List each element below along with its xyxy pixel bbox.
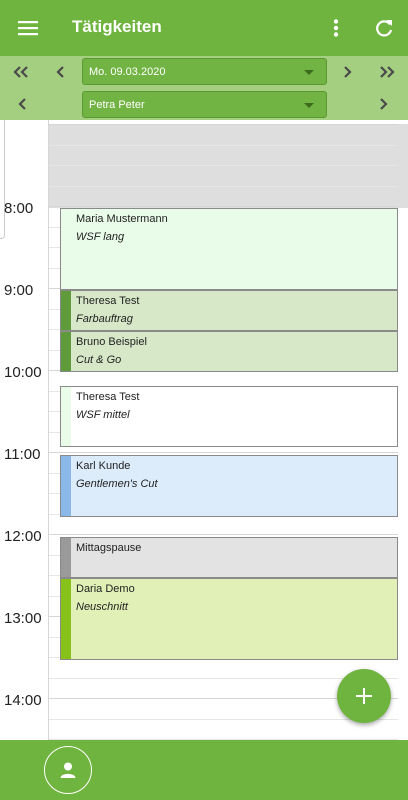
- double-chevron-right-icon[interactable]: [374, 60, 400, 84]
- grid-line: [48, 145, 398, 146]
- hour-label: 10:00: [4, 364, 42, 381]
- plus-icon: [356, 688, 372, 704]
- hour-label: 12:00: [4, 528, 42, 545]
- day-calendar[interactable]: 8:00 9:00 10:00 11:00 12:00 13:00 14:00 …: [0, 120, 408, 740]
- appointment-color-bar: [61, 579, 71, 659]
- appointment-color-bar: [61, 456, 71, 516]
- appointment-color-bar: [61, 291, 71, 330]
- page-title: Tätigkeiten: [72, 17, 162, 36]
- side-drawer-handle[interactable]: [0, 120, 5, 239]
- bottom-bar: [0, 740, 408, 800]
- appointment-card[interactable]: Bruno Beispiel Cut & Go: [60, 331, 398, 372]
- date-dropdown-value: Mo. 09.03.2020: [89, 65, 166, 78]
- unavailable-time-block: [48, 124, 408, 208]
- appointment-card[interactable]: Mittagspause: [60, 537, 398, 578]
- staff-dropdown-value: Petra Peter: [89, 98, 145, 111]
- double-chevron-left-icon[interactable]: [8, 60, 34, 84]
- appointment-service: WSF mittel: [76, 409, 130, 421]
- grid-line: [48, 534, 398, 535]
- appointment-color-bar: [61, 538, 71, 577]
- app-bar: Tätigkeiten: [0, 0, 408, 56]
- date-staff-navigation: Mo. 09.03.2020 Petra Peter: [0, 56, 408, 120]
- chevron-right-icon[interactable]: [336, 60, 358, 84]
- caret-down-icon: [304, 102, 314, 108]
- staff-dropdown[interactable]: Petra Peter: [82, 91, 327, 118]
- hour-label: 11:00: [4, 446, 41, 463]
- refresh-icon[interactable]: [370, 14, 398, 42]
- appointment-card[interactable]: Maria Mustermann WSF lang: [60, 208, 398, 290]
- appointment-client: Karl Kunde: [76, 460, 131, 472]
- appointment-service: Cut & Go: [76, 354, 122, 366]
- appointment-card[interactable]: Theresa Test Farbauftrag: [60, 290, 398, 331]
- appointment-color-bar: [61, 387, 71, 446]
- grid-line: [48, 719, 398, 720]
- profile-button[interactable]: [44, 746, 92, 794]
- hour-label: 13:00: [4, 610, 42, 627]
- appointment-card[interactable]: Karl Kunde Gentlemen's Cut: [60, 455, 398, 517]
- grid-line: [48, 186, 398, 187]
- staff-previous-chevron-icon[interactable]: [12, 92, 34, 116]
- caret-down-icon: [304, 69, 314, 75]
- appointment-color-bar: [61, 332, 71, 371]
- appointment-client: Maria Mustermann: [76, 213, 168, 225]
- staff-next-chevron-icon[interactable]: [372, 92, 394, 116]
- appointment-client: Mittagspause: [76, 542, 142, 554]
- hour-label: 9:00: [4, 282, 34, 299]
- appointment-card[interactable]: Daria Demo Neuschnitt: [60, 578, 398, 660]
- appointment-client: Theresa Test: [76, 391, 140, 403]
- grid-line: [48, 165, 398, 166]
- time-column-divider: [48, 120, 49, 740]
- appointment-client: Daria Demo: [76, 583, 135, 595]
- appointment-color-bar: [61, 209, 71, 289]
- appointment-service: WSF lang: [76, 231, 125, 243]
- chevron-left-icon[interactable]: [50, 60, 72, 84]
- appointment-service: Gentlemen's Cut: [76, 478, 158, 490]
- hour-label: 8:00: [4, 200, 34, 217]
- date-dropdown[interactable]: Mo. 09.03.2020: [82, 58, 327, 85]
- appointment-client: Bruno Beispiel: [76, 336, 147, 348]
- grid-line: [48, 206, 398, 207]
- person-icon: [60, 762, 76, 778]
- appointment-service: Neuschnitt: [76, 601, 128, 613]
- appointment-client: Theresa Test: [76, 295, 140, 307]
- appointment-card[interactable]: Theresa Test WSF mittel: [60, 386, 398, 447]
- more-vertical-icon[interactable]: [324, 14, 348, 42]
- grid-line: [48, 452, 398, 453]
- appointment-service: Farbauftrag: [76, 313, 133, 325]
- hour-label: 14:00: [4, 692, 42, 709]
- add-appointment-button[interactable]: [337, 669, 391, 723]
- grid-line: [48, 124, 398, 125]
- hamburger-menu-icon[interactable]: [14, 14, 42, 42]
